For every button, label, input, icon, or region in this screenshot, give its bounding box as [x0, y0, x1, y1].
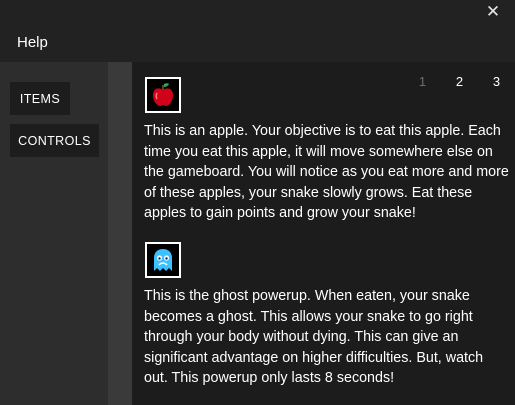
close-button[interactable]: ✕ [483, 2, 503, 22]
ghost-icon [145, 242, 181, 278]
help-content: 1 2 3 This is an apple. Your objective i… [132, 62, 515, 405]
page-1-button[interactable]: 1 [404, 74, 441, 89]
scrollbar[interactable] [108, 62, 132, 405]
close-icon: ✕ [485, 2, 501, 21]
page-3-button[interactable]: 3 [478, 74, 515, 89]
items-button[interactable]: ITEMS [10, 82, 70, 115]
controls-button[interactable]: CONTROLS [10, 124, 99, 157]
page-2-button[interactable]: 2 [441, 74, 478, 89]
apple-description: This is an apple. Your objective is to e… [144, 123, 509, 221]
window-title: Help [17, 34, 48, 51]
ghost-description: This is the ghost powerup. When eaten, y… [144, 288, 484, 386]
pagination: 1 2 3 [404, 74, 515, 89]
sidebar: ITEMS CONTROLS [0, 62, 108, 405]
title-bar: ✕ Help [0, 0, 515, 62]
apple-icon [145, 77, 181, 113]
